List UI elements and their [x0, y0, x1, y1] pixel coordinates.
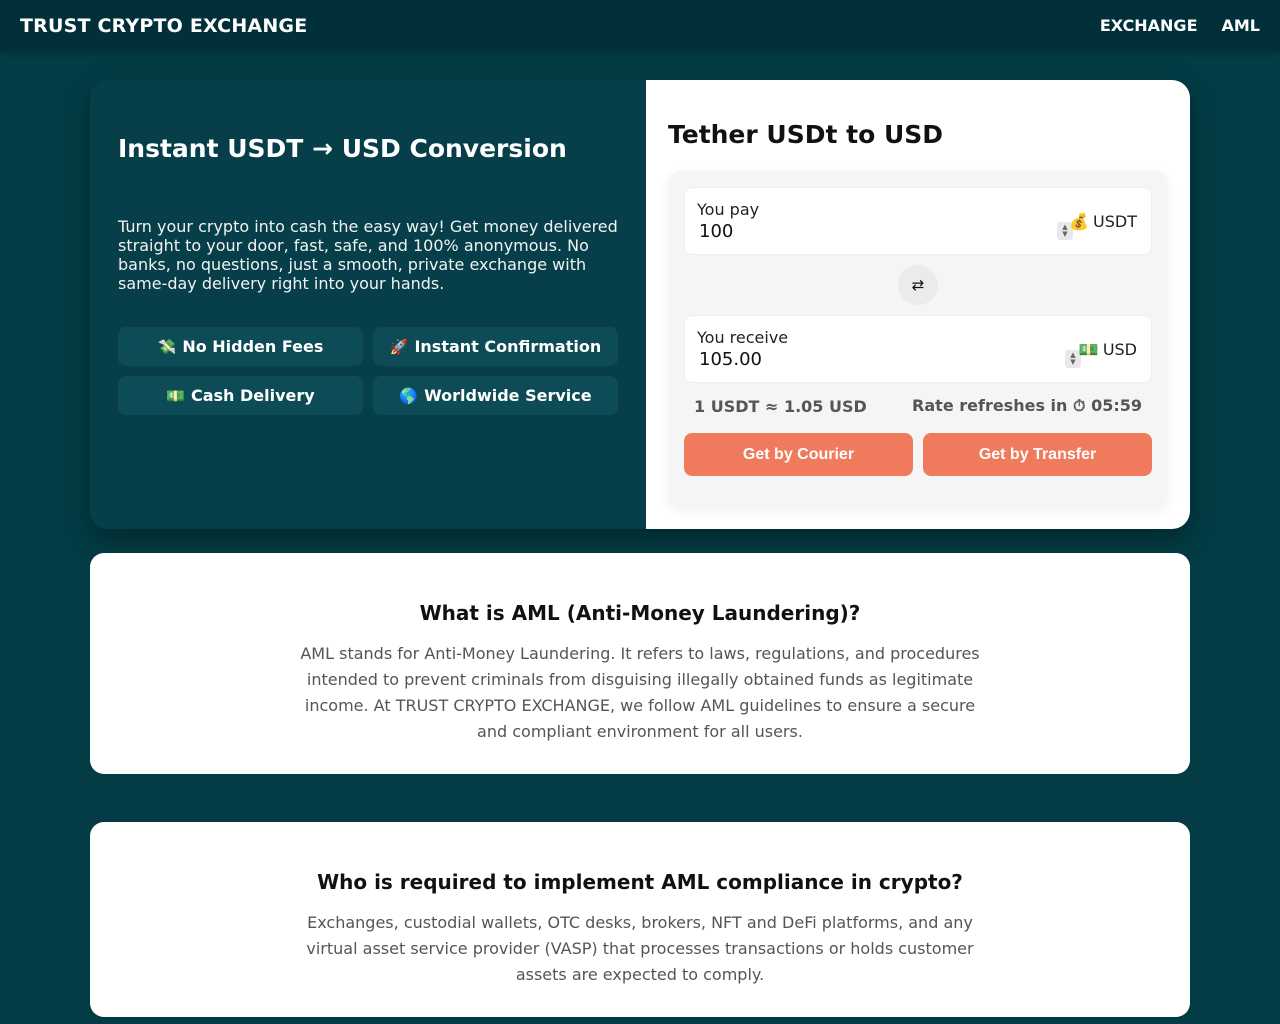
feature-no-hidden-fees: 💸 No Hidden Fees: [118, 327, 363, 366]
action-buttons: Get by Courier Get by Transfer: [684, 433, 1152, 476]
main-nav: EXCHANGE AML: [1100, 16, 1260, 35]
aml-compliance-card: Who is required to implement AML complia…: [90, 822, 1190, 1017]
feature-worldwide-service: 🌎 Worldwide Service: [373, 376, 618, 415]
hero-panel: Instant USDT → USD Conversion Turn your …: [90, 80, 1190, 529]
receive-label: You receive: [697, 328, 789, 347]
receive-field[interactable]: You receive 105.00 ▲ ▼ 💵 USD: [684, 315, 1152, 383]
pay-field[interactable]: You pay 100 ▲ ▼ 💰 USDT: [684, 187, 1152, 255]
rate-row: 1 USDT ≈ 1.05 USD Rate refreshes in ⏱ 05…: [684, 383, 1152, 429]
feature-label: No Hidden Fees: [182, 337, 324, 356]
hero-intro: Instant USDT → USD Conversion Turn your …: [90, 80, 646, 529]
nav-aml-link[interactable]: AML: [1222, 16, 1261, 35]
rocket-icon: 🚀: [389, 337, 409, 356]
exchange-rate: 1 USDT ≈ 1.05 USD: [694, 396, 867, 416]
hero-title: Instant USDT → USD Conversion: [118, 134, 567, 163]
section-title: Who is required to implement AML complia…: [317, 870, 963, 894]
aml-info-card: What is AML (Anti-Money Laundering)? AML…: [90, 553, 1190, 774]
feature-label: Worldwide Service: [424, 386, 592, 405]
feature-label: Instant Confirmation: [414, 337, 602, 356]
chevron-down-icon[interactable]: ▼: [1062, 231, 1067, 238]
section-title: What is AML (Anti-Money Laundering)?: [419, 601, 861, 625]
dollar-banknote-icon: 💵: [166, 386, 185, 405]
get-by-transfer-button[interactable]: Get by Transfer: [923, 433, 1152, 476]
chevron-down-icon[interactable]: ▼: [1070, 359, 1075, 366]
feature-grid: 💸 No Hidden Fees 🚀 Instant Confirmation …: [118, 327, 618, 415]
rate-refresh: Rate refreshes in ⏱ 05:59: [912, 396, 1142, 416]
hero-description: Turn your crypto into cash the easy way!…: [118, 217, 618, 293]
converter-widget: You pay 100 ▲ ▼ 💰 USDT ⇄ You receive 105…: [668, 171, 1168, 507]
receive-currency: 💵 USD: [1079, 340, 1137, 359]
refresh-label: Rate refreshes in: [912, 396, 1068, 415]
nav-exchange-link[interactable]: EXCHANGE: [1100, 16, 1198, 35]
section-text: Exchanges, custodial wallets, OTC desks,…: [306, 913, 974, 984]
converter-title: Tether USDt to USD: [668, 120, 944, 149]
get-by-courier-button[interactable]: Get by Courier: [684, 433, 913, 476]
feature-instant-confirmation: 🚀 Instant Confirmation: [373, 327, 618, 366]
converter-panel: Tether USDt to USD You pay 100 ▲ ▼ 💰 USD…: [646, 80, 1190, 529]
pay-currency-code: USDT: [1093, 212, 1137, 231]
globe-icon: 🌎: [399, 386, 419, 405]
receive-currency-code: USD: [1102, 340, 1137, 359]
refresh-countdown: 05:59: [1091, 396, 1142, 415]
site-brand[interactable]: TRUST CRYPTO EXCHANGE: [20, 15, 307, 37]
section-text: AML stands for Anti-Money Laundering. It…: [300, 644, 980, 741]
feature-label: Cash Delivery: [190, 386, 315, 405]
money-wings-icon: 💸: [157, 337, 177, 356]
stopwatch-icon: ⏱: [1073, 396, 1086, 415]
swap-arrows-icon: ⇄: [911, 276, 925, 294]
swap-button[interactable]: ⇄: [898, 265, 938, 305]
top-navbar: TRUST CRYPTO EXCHANGE EXCHANGE AML: [0, 0, 1280, 51]
money-bag-icon: 💰: [1069, 212, 1090, 231]
feature-cash-delivery: 💵 Cash Delivery: [118, 376, 363, 415]
swap-container: ⇄: [684, 255, 1152, 315]
pay-currency: 💰 USDT: [1069, 212, 1137, 231]
dollar-banknote-icon: 💵: [1078, 340, 1099, 359]
